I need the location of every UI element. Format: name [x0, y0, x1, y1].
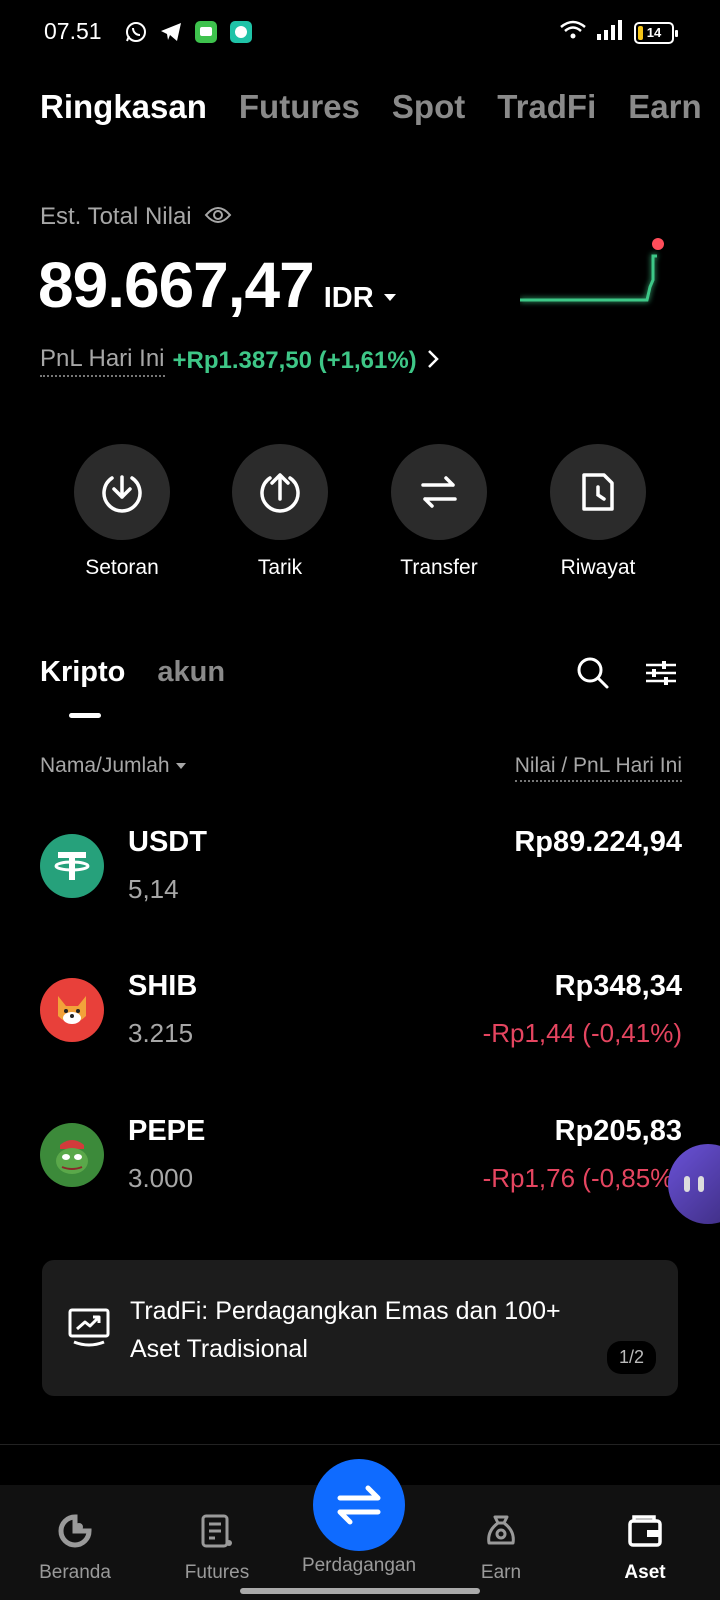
asset-row-usdt[interactable]: USDT 5,14 Rp89.224,94 — [40, 826, 682, 916]
usdt-logo-icon — [40, 834, 104, 898]
deposit-icon — [102, 475, 142, 513]
nav-label: Earn — [480, 1562, 522, 1583]
balance-sparkline — [520, 238, 664, 302]
nav-futures[interactable]: Futures — [152, 1513, 282, 1584]
history-label: Riwayat — [560, 556, 636, 579]
whatsapp-icon — [124, 20, 148, 44]
eye-icon[interactable] — [204, 205, 232, 230]
pnl-value: +Rp1.387,50 (+1,61%) — [172, 347, 417, 374]
est-total-row: Est. Total Nilai — [40, 203, 232, 231]
asset-value: Rp89.224,94 — [514, 826, 682, 858]
transfer-action[interactable]: Transfer — [359, 444, 519, 580]
live-dot — [652, 238, 664, 250]
asset-value: Rp205,83 — [554, 1115, 682, 1147]
tab-earn[interactable]: Earn — [628, 88, 701, 126]
signal-icon — [596, 20, 624, 45]
nav-label: Beranda — [39, 1562, 111, 1583]
nav-beranda[interactable]: Beranda — [10, 1513, 140, 1584]
nav-aset[interactable]: Aset — [580, 1513, 710, 1584]
asset-symbol: SHIB — [128, 970, 198, 1002]
asset-tabs: Kripto akun — [40, 656, 225, 689]
asset-amount: 3.000 — [128, 1163, 194, 1193]
history-button[interactable] — [550, 444, 646, 540]
pnl-row[interactable]: PnL Hari Ini +Rp1.387,50 (+1,61%) — [40, 345, 441, 377]
asset-pnl: -Rp1,76 (-0,85%) — [482, 1163, 682, 1193]
active-tab-indicator — [69, 713, 101, 718]
wifi-icon — [560, 20, 586, 45]
currency-selector[interactable]: IDR — [324, 282, 374, 315]
nav-label: Aset — [624, 1562, 666, 1583]
trade-swap-button[interactable] — [313, 1459, 405, 1551]
asset-symbol: USDT — [128, 826, 207, 858]
banner-text: TradFi: Perdagangkan Emas dan 100+ Aset … — [130, 1297, 561, 1363]
status-time: 07.51 — [44, 18, 102, 44]
history-action[interactable]: Riwayat — [518, 444, 678, 580]
telegram-icon — [159, 20, 183, 44]
pnl-label: PnL Hari Ini — [40, 345, 165, 377]
sort-caret-icon — [175, 763, 186, 769]
asset-value: Rp348,34 — [554, 970, 682, 1002]
asset-row-pepe[interactable]: PEPE 3.000 Rp205,83 -Rp1,76 (-0,85%) — [40, 1115, 682, 1205]
deposit-button[interactable] — [74, 444, 170, 540]
trade-swap-icon — [337, 1485, 381, 1525]
chevron-right-icon[interactable] — [425, 348, 441, 375]
tab-akun[interactable]: akun — [157, 656, 225, 689]
tab-futures[interactable]: Futures — [239, 88, 360, 126]
withdraw-label: Tarik — [257, 556, 303, 579]
deposit-action[interactable]: Setoran — [42, 444, 202, 580]
tab-ringkasan[interactable]: Ringkasan — [40, 88, 207, 126]
banner-pager: 1/2 — [606, 1341, 656, 1374]
transfer-label: Transfer — [400, 556, 478, 579]
status-indicators: 14 — [560, 20, 678, 45]
asset-row-shib[interactable]: SHIB 3.215 Rp348,34 -Rp1,44 (-0,41%) — [40, 970, 682, 1060]
asset-amount: 5,14 — [128, 874, 179, 904]
list-header: Nama/Jumlah Nilai / PnL Hari Ini — [40, 754, 682, 782]
asset-tools — [576, 656, 678, 695]
battery-level: 14 — [646, 25, 662, 40]
deposit-label: Setoran — [85, 556, 159, 579]
notification-icons — [124, 20, 253, 44]
history-icon — [582, 473, 614, 511]
shib-logo-icon — [40, 978, 104, 1042]
tradfi-banner[interactable]: TradFi: Perdagangkan Emas dan 100+ Aset … — [42, 1260, 678, 1396]
filter-settings-icon[interactable] — [644, 656, 678, 695]
withdraw-icon — [260, 473, 300, 513]
sort-name-amount[interactable]: Nama/Jumlah — [40, 754, 186, 782]
messages-icon — [194, 20, 218, 44]
nav-perdagangan[interactable]: Perdagangan — [294, 1547, 424, 1577]
transfer-button[interactable] — [391, 444, 487, 540]
futures-icon — [201, 1514, 232, 1548]
value-pnl-header[interactable]: Nilai / PnL Hari Ini — [514, 754, 682, 782]
wallet-icon — [628, 1515, 662, 1547]
chevron-down-icon[interactable] — [383, 294, 396, 301]
chat-app-icon — [229, 20, 253, 44]
earn-icon — [487, 1515, 515, 1545]
nav-label: Perdagangan — [301, 1555, 417, 1576]
tab-kripto[interactable]: Kripto — [40, 656, 125, 689]
asset-symbol: PEPE — [128, 1115, 206, 1147]
divider — [0, 1444, 720, 1445]
home-indicator[interactable] — [240, 1588, 480, 1594]
sort-name-label: Nama/Jumlah — [40, 754, 170, 777]
asset-amount: 3.215 — [128, 1018, 194, 1048]
chart-board-icon — [68, 1306, 110, 1353]
home-icon — [58, 1514, 92, 1548]
asset-pnl: -Rp1,44 (-0,41%) — [482, 1018, 682, 1048]
withdraw-action[interactable]: Tarik — [200, 444, 360, 580]
tab-spot[interactable]: Spot — [392, 88, 465, 126]
withdraw-button[interactable] — [232, 444, 328, 540]
est-total-label: Est. Total Nilai — [40, 203, 192, 230]
pepe-logo-icon — [40, 1123, 104, 1187]
nav-earn[interactable]: Earn — [436, 1513, 566, 1584]
total-value-row: 89.667,47 IDR — [38, 248, 396, 322]
total-value: 89.667,47 — [38, 249, 315, 321]
search-icon[interactable] — [576, 656, 610, 695]
tab-tradfi[interactable]: TradFi — [497, 88, 596, 126]
nav-label: Futures — [184, 1562, 250, 1583]
status-bar: 07.51 14 — [0, 0, 720, 62]
top-tabs: Ringkasan Futures Spot TradFi Earn — [40, 88, 702, 126]
battery-icon: 14 — [634, 21, 678, 44]
transfer-icon — [421, 476, 457, 508]
